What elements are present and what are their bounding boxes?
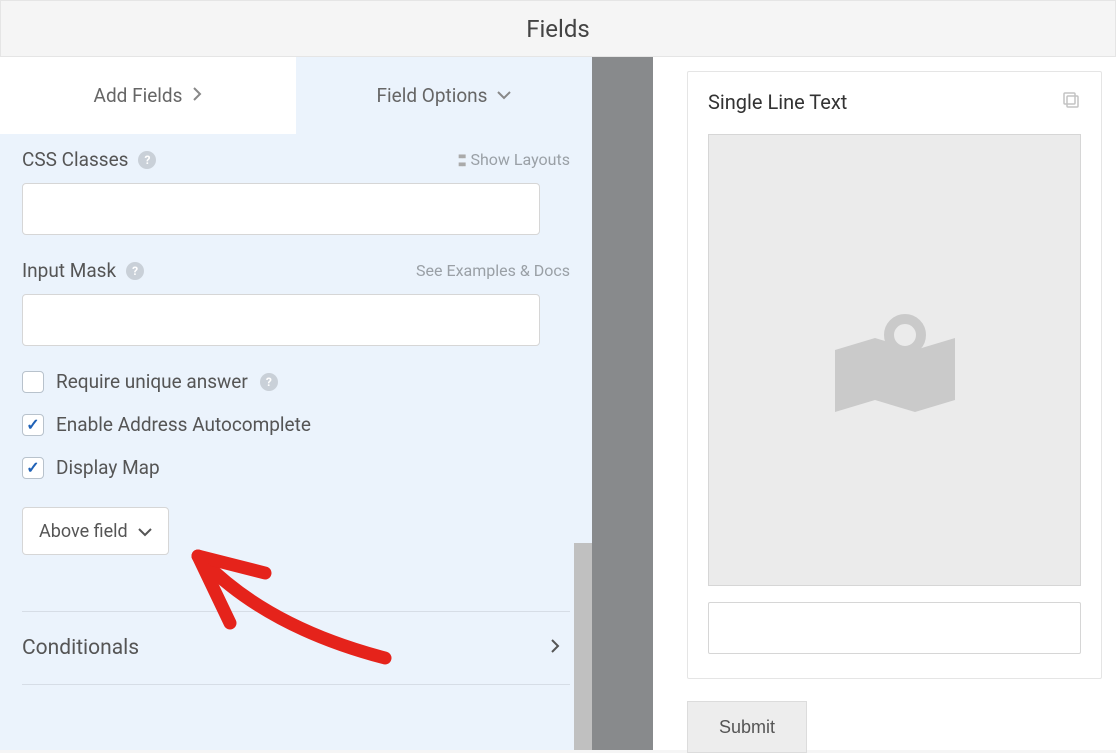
main-container: Add Fields Field Options CSS Classes ? [0,57,1116,750]
require-unique-row: Require unique answer ? [22,370,570,393]
map-pin-icon [830,300,960,420]
show-layouts-link[interactable]: ▪▪▪▪ Show Layouts [458,150,570,169]
page-title: Fields [526,15,590,43]
map-position-select[interactable]: Above field [22,507,169,555]
conditionals-label: Conditionals [22,636,139,660]
tab-add-fields[interactable]: Add Fields [0,57,296,134]
left-panel: Add Fields Field Options CSS Classes ? [0,57,592,750]
field-options-body: CSS Classes ? ▪▪▪▪ Show Layouts Input Ma… [0,134,592,750]
input-mask-label: Input Mask ? [22,259,144,282]
address-autocomplete-row: Enable Address Autocomplete [22,413,570,436]
chevron-down-icon [138,521,152,542]
css-classes-label: CSS Classes ? [22,148,156,171]
tab-label: Field Options [377,84,488,107]
tab-label: Add Fields [94,84,183,107]
scrollbar-thumb[interactable] [574,543,592,750]
conditionals-section[interactable]: Conditionals [22,612,570,685]
display-map-label: Display Map [56,456,160,479]
input-mask-section: Input Mask ? See Examples & Docs [22,259,570,346]
css-classes-section: CSS Classes ? ▪▪▪▪ Show Layouts [22,148,570,235]
grid-icon: ▪▪▪▪ [458,152,465,168]
preview-field-title: Single Line Text [708,90,847,114]
require-unique-checkbox[interactable] [22,371,44,393]
help-icon[interactable]: ? [260,373,278,391]
tabs: Add Fields Field Options [0,57,592,134]
input-mask-input[interactable] [22,294,540,346]
preview-text-input[interactable] [708,602,1081,654]
display-map-checkbox[interactable] [22,457,44,479]
address-autocomplete-checkbox[interactable] [22,414,44,436]
chevron-down-icon [497,88,511,104]
page-header: Fields [0,0,1116,57]
examples-docs-link[interactable]: See Examples & Docs [416,261,570,280]
require-unique-label: Require unique answer [56,370,248,393]
display-map-row: Display Map [22,456,570,479]
help-icon[interactable]: ? [126,262,144,280]
css-classes-input[interactable] [22,183,540,235]
map-position-value: Above field [39,521,128,542]
address-autocomplete-label: Enable Address Autocomplete [56,413,311,436]
tab-field-options[interactable]: Field Options [296,57,592,134]
duplicate-icon[interactable] [1061,90,1081,114]
submit-button[interactable]: Submit [687,701,807,753]
preview-panel: Single Line Text Submit [653,57,1116,750]
field-preview-card[interactable]: Single Line Text [687,71,1102,679]
panel-divider [592,57,653,750]
help-icon[interactable]: ? [138,151,156,169]
map-placeholder [708,134,1081,586]
chevron-right-icon [550,636,560,660]
chevron-right-icon [192,87,202,105]
